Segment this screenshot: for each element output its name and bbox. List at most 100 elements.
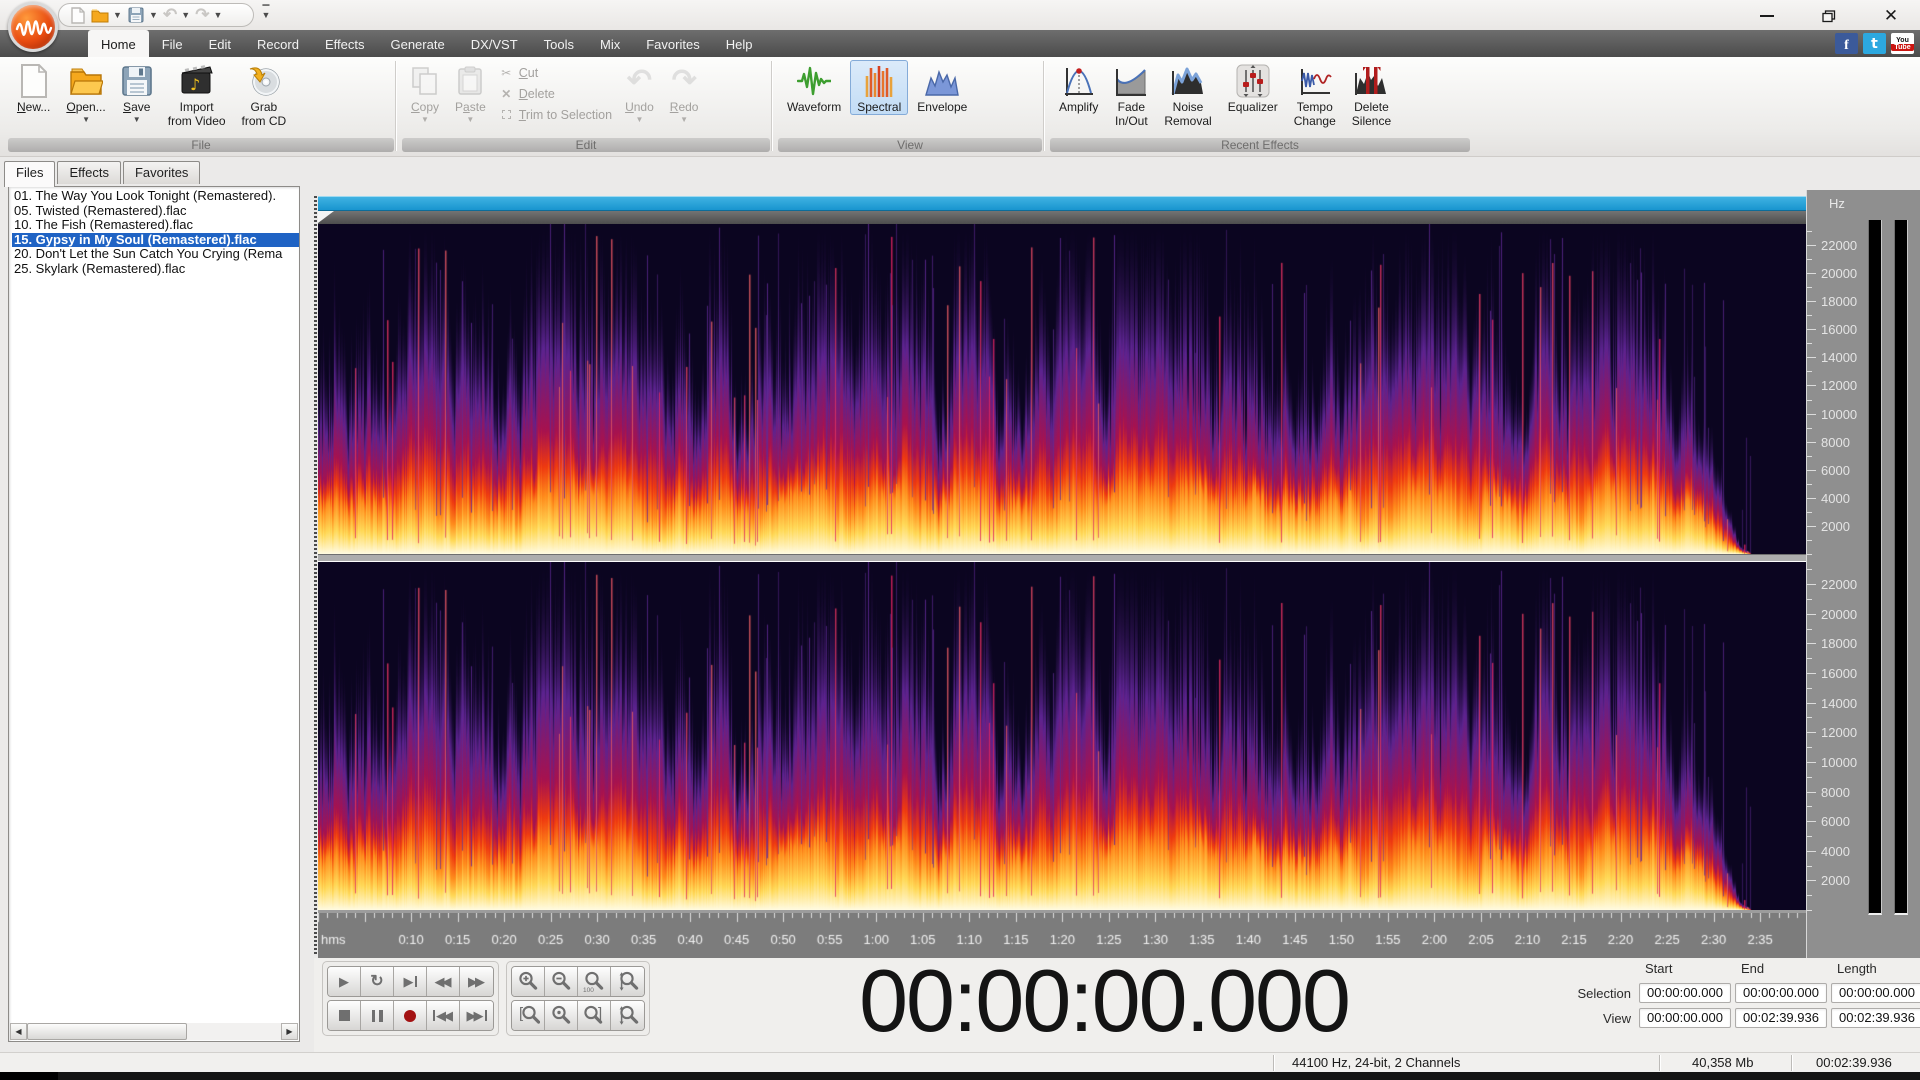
dropdown-icon[interactable]: ▼: [133, 115, 141, 124]
file-list-item[interactable]: 01. The Way You Look Tonight (Remastered…: [12, 189, 299, 204]
menu-tab-favorites[interactable]: Favorites: [633, 30, 712, 57]
scroll-right-icon[interactable]: ▶: [281, 1023, 298, 1040]
fade-in-out-button[interactable]: Fade In/Out: [1107, 60, 1155, 129]
amplify-button[interactable]: Amplify: [1052, 60, 1105, 115]
menu-tab-help[interactable]: Help: [713, 30, 766, 57]
envelope-button[interactable]: Envelope: [910, 60, 974, 115]
freq-tick: [1807, 484, 1812, 485]
view-length-field[interactable]: 00:02:39.936: [1831, 1008, 1920, 1028]
zoom-in-button[interactable]: [512, 967, 545, 996]
loop-button[interactable]: ↻: [361, 967, 394, 996]
spectrogram-channel-1[interactable]: [318, 224, 1806, 554]
new-file-icon[interactable]: [69, 6, 87, 24]
twitter-icon[interactable]: t: [1863, 33, 1886, 54]
record-button[interactable]: [394, 1001, 427, 1030]
view-end-field[interactable]: 00:02:39.936: [1735, 1008, 1827, 1028]
file-list-item[interactable]: 15. Gypsy in My Soul (Remastered).flac: [12, 232, 299, 247]
open-folder-icon[interactable]: [91, 6, 109, 24]
play-button[interactable]: ▶: [328, 967, 361, 996]
facebook-icon[interactable]: f: [1835, 33, 1858, 54]
dropdown-icon[interactable]: ▼: [635, 115, 643, 124]
overview-scroll-bar[interactable]: [318, 196, 1806, 211]
trim-to-selection-button[interactable]: Trim to Selection: [499, 108, 612, 122]
tempo-change-button[interactable]: Tempo Change: [1287, 60, 1343, 129]
zoom-out-button[interactable]: [545, 967, 578, 996]
marker-strip[interactable]: [318, 211, 1806, 224]
stop-button[interactable]: [328, 1001, 361, 1030]
dropdown-icon[interactable]: ▼: [466, 115, 474, 124]
play-to-end-button[interactable]: ▶: [394, 967, 427, 996]
file-list-horizontal-scrollbar[interactable]: ◀ ▶: [10, 1023, 298, 1040]
play-position-marker[interactable]: [318, 211, 334, 223]
delete-silence-button[interactable]: Delete Silence: [1345, 60, 1398, 129]
zoom-vertical-in-button[interactable]: [611, 967, 644, 996]
freq-tick: [1807, 658, 1812, 659]
spectral-button[interactable]: Spectral: [850, 60, 909, 116]
sidebar-tab-files[interactable]: Files: [4, 161, 56, 187]
file-list-item[interactable]: 20. Don't Let the Sun Catch You Crying (…: [12, 247, 299, 262]
waveform-button[interactable]: Waveform: [780, 60, 848, 115]
dropdown-icon[interactable]: ▼: [680, 115, 688, 124]
zoom-full-button[interactable]: [545, 1001, 578, 1030]
go-to-start-button[interactable]: ◀◀: [427, 1001, 460, 1030]
sidebar-tab-favorites[interactable]: Favorites: [122, 161, 201, 184]
menu-tab-tools[interactable]: Tools: [531, 30, 587, 57]
redo-icon[interactable]: ↷: [195, 5, 209, 25]
spectrogram-channel-2[interactable]: [318, 562, 1806, 910]
youtube-icon[interactable]: You Tube: [1891, 33, 1914, 54]
undo-dropdown-icon[interactable]: ▼: [181, 10, 191, 20]
go-to-end-button[interactable]: ▶▶: [460, 1001, 493, 1030]
minimize-button[interactable]: [1752, 6, 1782, 26]
open-dropdown-icon[interactable]: ▼: [113, 10, 123, 20]
menu-tab-effects[interactable]: Effects: [312, 30, 378, 57]
save-button[interactable]: Save ▼: [115, 60, 159, 126]
menu-tab-edit[interactable]: Edit: [196, 30, 244, 57]
menu-tab-mix[interactable]: Mix: [587, 30, 633, 57]
undo-icon[interactable]: ↶: [163, 5, 177, 25]
file-list-item[interactable]: 05. Twisted (Remastered).flac: [12, 204, 299, 219]
rewind-button[interactable]: ◀◀: [427, 967, 460, 996]
freq-label: 22000: [1821, 577, 1858, 592]
dropdown-icon[interactable]: ▼: [82, 115, 90, 124]
zoom-100-button[interactable]: 100: [578, 967, 611, 996]
scrollbar-thumb[interactable]: [27, 1023, 187, 1040]
equalizer-button[interactable]: Equalizer: [1221, 60, 1285, 115]
import-from-video-button[interactable]: ♪ Import from Video: [161, 60, 233, 129]
sidebar-tab-effects[interactable]: Effects: [57, 161, 121, 184]
restore-button[interactable]: [1814, 6, 1844, 26]
menu-tab-file[interactable]: File: [149, 30, 196, 57]
save-icon[interactable]: [127, 6, 145, 24]
app-logo[interactable]: [8, 2, 58, 52]
selection-end-field[interactable]: 00:00:00.000: [1735, 983, 1827, 1003]
noise-removal-button[interactable]: Noise Removal: [1157, 60, 1218, 129]
menu-tab-dx-vst[interactable]: DX/VST: [458, 30, 531, 57]
menu-tab-home[interactable]: Home: [88, 30, 149, 57]
dropdown-icon[interactable]: ▼: [421, 115, 429, 124]
customize-quick-access-icon[interactable]: ▔ ▼: [260, 6, 272, 22]
scroll-left-icon[interactable]: ◀: [10, 1023, 27, 1040]
file-list-item[interactable]: 25. Skylark (Remastered).flac: [12, 262, 299, 277]
menu-tab-generate[interactable]: Generate: [377, 30, 457, 57]
file-list-item[interactable]: 10. The Fish (Remastered).flac: [12, 218, 299, 233]
copy-button[interactable]: Copy ▼: [404, 60, 446, 126]
cut-button[interactable]: ✂ Cut: [499, 66, 612, 80]
selection-start-field[interactable]: 00:00:00.000: [1639, 983, 1731, 1003]
zoom-selection-start-button[interactable]: [: [512, 1001, 545, 1030]
redo-button[interactable]: ↷ Redo ▼: [663, 60, 706, 126]
delete-button[interactable]: ✕ Delete: [499, 87, 612, 101]
close-button[interactable]: ✕: [1876, 6, 1906, 26]
zoom-vertical-out-button[interactable]: [611, 1001, 644, 1030]
paste-button[interactable]: Paste ▼: [448, 60, 493, 126]
selection-length-field[interactable]: 00:00:00.000: [1831, 983, 1920, 1003]
save-dropdown-icon[interactable]: ▼: [149, 10, 159, 20]
pause-button[interactable]: [361, 1001, 394, 1030]
menu-tab-record[interactable]: Record: [244, 30, 312, 57]
new-button[interactable]: New...: [10, 60, 57, 115]
view-start-field[interactable]: 00:00:00.000: [1639, 1008, 1731, 1028]
open-button[interactable]: Open... ▼: [59, 60, 112, 126]
undo-button[interactable]: ↶ Undo ▼: [618, 60, 661, 126]
zoom-selection-end-button[interactable]: ]: [578, 1001, 611, 1030]
fast-forward-button[interactable]: ▶▶: [460, 967, 493, 996]
redo-dropdown-icon[interactable]: ▼: [214, 10, 224, 20]
grab-from-cd-button[interactable]: Grab from CD: [235, 60, 294, 129]
